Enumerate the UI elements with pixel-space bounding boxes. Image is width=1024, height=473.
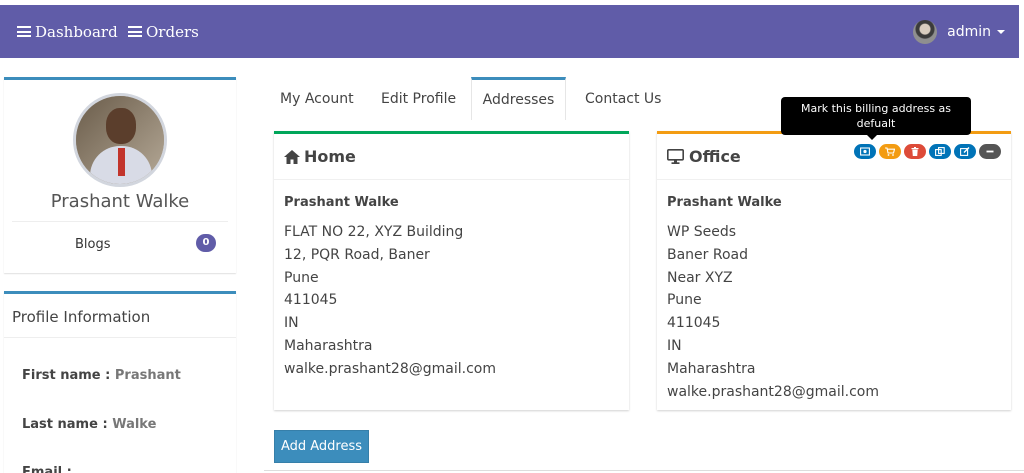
address-line: Maharashtra bbox=[667, 360, 756, 377]
copy-address-button[interactable] bbox=[929, 144, 951, 159]
avatar bbox=[913, 19, 938, 44]
bars-icon bbox=[128, 24, 142, 40]
profile-name: Prashant Walke bbox=[50, 191, 190, 212]
nav-orders-label: Orders bbox=[146, 22, 199, 41]
desktop-icon bbox=[667, 149, 684, 164]
trash-icon bbox=[911, 147, 919, 156]
address-action-buttons bbox=[854, 144, 1001, 159]
edit-address-button[interactable] bbox=[954, 144, 976, 159]
address-line: Near XYZ bbox=[667, 269, 733, 286]
last-name-row: Last name : Walke bbox=[22, 417, 156, 432]
bars-icon bbox=[17, 24, 31, 40]
address-line: Maharashtra bbox=[284, 337, 373, 354]
address-card-header: Office bbox=[657, 134, 1011, 180]
collapse-button[interactable] bbox=[979, 144, 1001, 159]
caret-down-icon bbox=[997, 29, 1005, 34]
divider bbox=[12, 221, 228, 222]
address-title-text: Office bbox=[689, 147, 741, 166]
mark-shipping-default-button[interactable] bbox=[879, 144, 901, 159]
profile-information-box: Profile Information First name : Prashan… bbox=[4, 291, 236, 473]
address-line: Baner Road bbox=[667, 246, 749, 263]
blogs-link[interactable]: Blogs bbox=[75, 237, 111, 252]
address-name: Prashant Walke bbox=[284, 195, 399, 210]
address-title: Home bbox=[284, 147, 356, 166]
email-label: Email : bbox=[22, 465, 72, 473]
tab-edit-profile[interactable]: Edit Profile bbox=[381, 77, 456, 120]
address-email: walke.prashant28@gmail.com bbox=[667, 383, 879, 400]
address-email: walke.prashant28@gmail.com bbox=[284, 360, 496, 377]
tab-addresses[interactable]: Addresses bbox=[471, 77, 566, 120]
nav-orders-link[interactable]: Orders bbox=[128, 5, 199, 58]
address-line: 411045 bbox=[667, 315, 721, 332]
divider bbox=[264, 470, 1024, 471]
add-address-button[interactable]: Add Address bbox=[274, 430, 369, 463]
cart-icon bbox=[885, 147, 895, 156]
address-name: Prashant Walke bbox=[667, 195, 782, 210]
billing-default-tooltip: Mark this billing address as defualt bbox=[781, 97, 971, 140]
profile-information-title: Profile Information bbox=[12, 308, 151, 326]
address-line: WP Seeds bbox=[667, 224, 737, 240]
tab-contact-us[interactable]: Contact Us bbox=[585, 77, 661, 120]
address-line: 12, PQR Road, Baner bbox=[284, 246, 430, 263]
email-row: Email : bbox=[22, 465, 72, 473]
top-navbar: Dashboard Orders admin bbox=[0, 5, 1019, 58]
address-title-text: Home bbox=[304, 147, 356, 166]
last-name-label: Last name : bbox=[22, 417, 113, 432]
tab-my-account[interactable]: My Acount bbox=[280, 77, 354, 120]
address-lines: Prashant Walke FLAT NO 22, XYZ Building … bbox=[284, 193, 496, 381]
address-line: FLAT NO 22, XYZ Building bbox=[284, 224, 464, 240]
address-card-office: Office Prashant Walke WP Seeds Baner Roa… bbox=[657, 131, 1011, 410]
address-line: IN bbox=[284, 315, 299, 332]
edit-icon bbox=[960, 147, 970, 156]
address-lines: Prashant Walke WP Seeds Baner Road Near … bbox=[667, 193, 879, 403]
address-line: Pune bbox=[667, 292, 702, 309]
profile-picture bbox=[73, 93, 167, 187]
address-title: Office bbox=[667, 147, 741, 166]
first-name-label: First name : bbox=[22, 368, 115, 383]
first-name-value: Prashant bbox=[114, 368, 181, 383]
nav-dashboard-link[interactable]: Dashboard bbox=[17, 5, 118, 58]
last-name-value: Walke bbox=[112, 417, 157, 432]
delete-address-button[interactable] bbox=[904, 144, 926, 159]
user-menu[interactable]: admin bbox=[913, 5, 1005, 58]
address-card-home: Home Prashant Walke FLAT NO 22, XYZ Buil… bbox=[274, 131, 629, 410]
address-line: 411045 bbox=[284, 292, 338, 309]
copy-icon bbox=[935, 147, 945, 156]
user-name: admin bbox=[947, 23, 991, 40]
mark-billing-default-button[interactable] bbox=[854, 144, 876, 159]
first-name-row: First name : Prashant bbox=[22, 368, 181, 383]
blogs-count-badge: 0 bbox=[196, 234, 216, 252]
divider bbox=[4, 337, 236, 338]
profile-box: Prashant Walke Blogs 0 bbox=[4, 77, 236, 273]
home-icon bbox=[284, 149, 300, 164]
address-line: IN bbox=[667, 337, 682, 354]
billing-icon bbox=[860, 147, 870, 156]
minus-icon bbox=[986, 150, 994, 153]
nav-dashboard-label: Dashboard bbox=[35, 22, 118, 41]
address-card-header: Home bbox=[274, 134, 629, 180]
address-line: Pune bbox=[284, 269, 319, 286]
